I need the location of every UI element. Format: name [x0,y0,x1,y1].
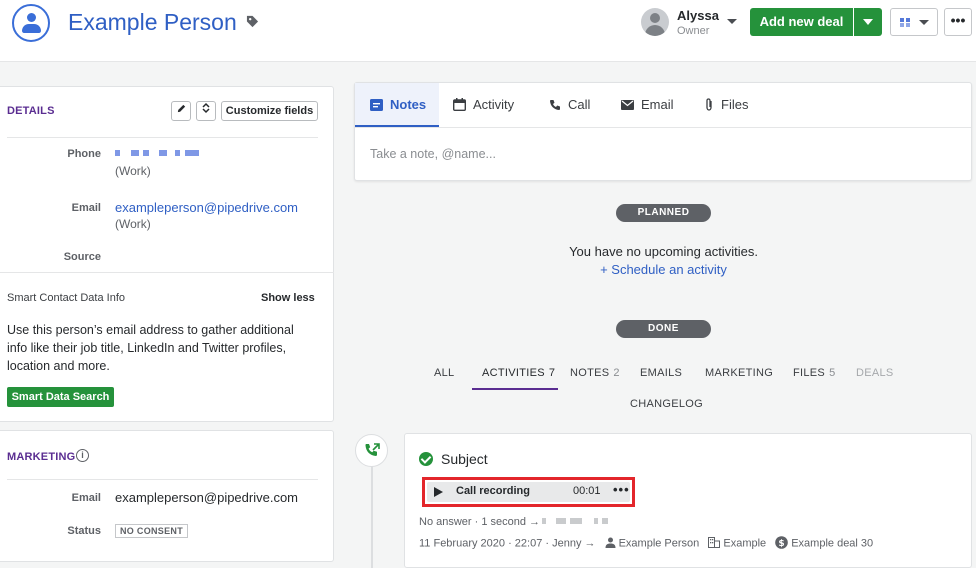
grid-icon [900,18,910,27]
phone-value[interactable] [115,150,205,156]
header: Example Person Alyssa Owner Add new deal… [0,0,976,62]
divider [7,137,318,138]
note-input[interactable]: Take a note, @name... [370,147,496,161]
envelope-icon [621,99,634,110]
tab-label: Notes [390,97,427,112]
owner-name[interactable]: Alyssa [677,8,719,23]
dollar-icon: $ [775,536,789,549]
activity-subject[interactable]: Subject [441,451,488,467]
add-deal-dropdown-button[interactable] [854,8,882,36]
linked-person[interactable]: Example Person [619,537,700,549]
email-type: (Work) [115,217,151,231]
tab-notes[interactable]: Notes [355,83,439,127]
call-recording-player[interactable]: Call recording 00:01 ••• [427,482,630,502]
call-activity-badge [355,434,388,467]
marketing-email-value: exampleperson@pipedrive.com [115,490,299,505]
activity-card: Subject Call recording 00:01 ••• No answ… [404,433,972,568]
owner-role: Owner [677,25,710,37]
filter-emails[interactable]: EMAILS [640,367,682,379]
call-recording-highlight: Call recording 00:01 ••• [422,477,635,507]
view-switcher-button[interactable] [890,8,938,36]
marketing-title: MARKETING [7,451,76,463]
divider [355,127,971,128]
tag-icon[interactable] [246,15,259,28]
smart-contact-description: Use this person’s email address to gathe… [7,323,294,373]
email-link[interactable]: exampleperson@pipedrive.com [115,200,298,215]
phone-type: (Work) [115,164,151,178]
consent-status-badge: NO CONSENT [115,524,189,538]
chevron-down-icon[interactable] [727,19,737,24]
details-title: DETAILS [7,105,55,117]
show-less-link[interactable]: Show less [261,292,315,304]
active-filter-indicator [472,388,558,390]
customize-fields-button[interactable]: Customize fields [221,101,318,121]
filter-marketing[interactable]: MARKETING [705,367,773,379]
checkmark-icon[interactable] [419,452,433,466]
chevron-down-icon [919,20,929,25]
pencil-icon [177,104,185,113]
filter-files[interactable]: FILES 5 [793,367,836,379]
add-new-deal-button[interactable]: Add new deal [750,8,853,36]
person-icon [605,537,616,548]
building-icon [708,537,721,548]
person-name[interactable]: Example Person [68,8,237,36]
source-label: Source [63,251,101,263]
done-badge: DONE [616,320,711,338]
tab-email[interactable]: Email [621,83,674,127]
linked-organization[interactable]: Example [723,537,766,549]
paperclip-icon [706,98,712,111]
phone-label: Phone [67,148,101,160]
chevron-up-down-icon [202,102,210,114]
info-icon[interactable]: i [76,449,89,462]
edit-pencil-button[interactable] [171,101,191,121]
filter-all[interactable]: ALL [434,367,454,379]
tab-activity[interactable]: Activity [453,83,514,127]
recording-duration: 00:01 [573,485,601,497]
filter-notes[interactable]: NOTES 2 [570,367,620,379]
email-label: Email [71,202,101,214]
calendar-icon [453,98,466,112]
person-avatar-icon [12,4,50,42]
recording-label: Call recording [456,485,530,497]
phone-outgoing-icon [365,443,380,456]
linked-deal[interactable]: Example deal 30 [791,537,873,549]
recording-more-button[interactable]: ••• [613,482,630,497]
schedule-activity-link[interactable]: + Schedule an activity [480,262,847,277]
smart-contact-title: Smart Contact Data Info [7,292,125,304]
smart-data-search-button[interactable]: Smart Data Search [7,387,114,407]
tab-label: Call [568,97,591,112]
phone-icon [550,99,560,110]
note-icon [370,98,383,111]
expand-collapse-button[interactable] [196,101,216,121]
marketing-email-label: Email [71,492,101,504]
tab-label: Email [641,97,674,112]
svg-text:$: $ [779,539,785,549]
redacted-phone [542,518,612,524]
tab-label: Files [721,97,749,112]
tab-label: Activity [473,97,515,112]
marketing-card: MARKETING i Email exampleperson@pipedriv… [0,430,334,562]
composer-panel: Notes Activity Call Email Files Take a n… [354,82,972,181]
play-icon[interactable] [434,487,443,497]
call-outcome: No answer · 1 second → [419,516,541,528]
details-card: DETAILS Customize fields Phone (Work) Em… [0,86,334,422]
divider [7,479,318,480]
activity-date: 11 February 2020 · 22:07 · Jenny → [419,537,596,550]
filter-changelog[interactable]: CHANGELOG [630,398,703,410]
marketing-status-label: Status [67,525,101,537]
owner-avatar-icon[interactable] [641,8,669,36]
tab-files[interactable]: Files [704,83,748,127]
empty-activities-text: You have no upcoming activities. [569,244,758,259]
planned-badge: PLANNED [616,204,711,222]
more-options-button[interactable]: ••• [944,8,972,36]
filter-deals[interactable]: DEALS [856,367,894,379]
filter-activities[interactable]: ACTIVITIES 7 [482,367,555,379]
activity-meta: 11 February 2020 · 22:07 · Jenny → Examp… [419,536,873,550]
divider [0,272,334,273]
tab-call[interactable]: Call [549,83,590,127]
timeline-line [371,466,373,568]
